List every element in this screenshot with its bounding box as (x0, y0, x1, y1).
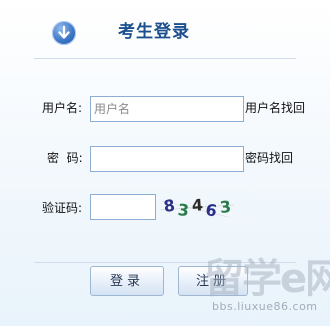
page-title: 考生登录 (118, 22, 190, 42)
password-input[interactable] (90, 146, 244, 172)
password-label: 密 码: (47, 151, 83, 165)
login-button[interactable]: 登录 (90, 266, 164, 296)
captcha-char: 3 (177, 200, 190, 220)
watermark-url: bbs.liuxue86.com (212, 300, 318, 313)
captcha-chars: 83463 (162, 196, 232, 220)
password-recover-link[interactable]: 密码找回 (245, 148, 293, 168)
arrow-down-circle-icon (52, 21, 76, 45)
captcha-char: 3 (219, 197, 232, 217)
captcha-input[interactable] (90, 194, 156, 220)
username-label: 用户名: (42, 101, 83, 115)
header-divider (34, 58, 296, 59)
login-panel: 考生登录 用户名: 用户名找回 密 码: 密码找回 验证码: 83463 登录 … (0, 0, 330, 326)
captcha-char: 4 (191, 196, 203, 215)
username-input[interactable] (90, 96, 244, 122)
username-recover-link[interactable]: 用户名找回 (245, 98, 305, 118)
footer-divider (34, 262, 296, 263)
captcha-char: 6 (204, 200, 218, 220)
captcha-image[interactable]: 83463 (158, 196, 236, 220)
captcha-label: 验证码: (42, 201, 83, 215)
captcha-char: 8 (162, 196, 176, 216)
register-button[interactable]: 注册 (178, 266, 248, 296)
